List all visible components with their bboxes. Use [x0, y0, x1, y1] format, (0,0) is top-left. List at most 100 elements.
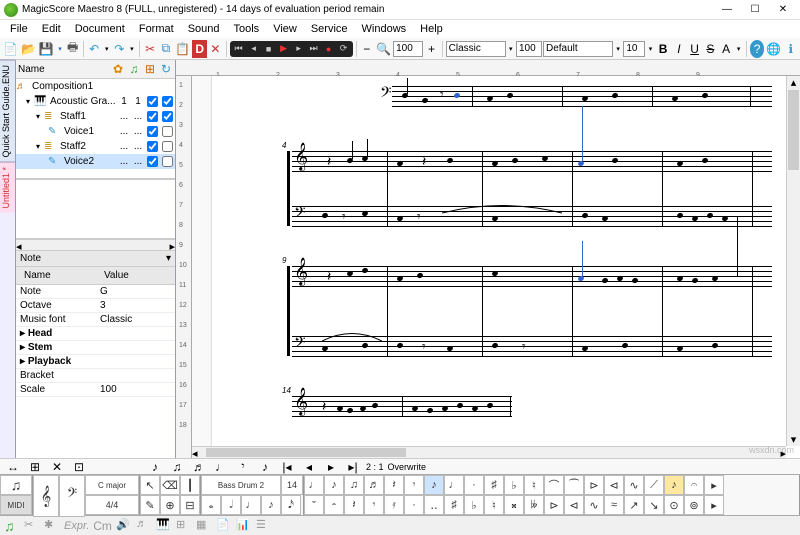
note-tool1[interactable]: ♪ [146, 458, 164, 476]
bass-clef-button[interactable]: 𝄢 [59, 475, 85, 517]
tree-hscroll[interactable] [16, 179, 175, 239]
p13[interactable]: ⌒ [544, 475, 564, 495]
prop-playback[interactable]: ▸ Playback [16, 355, 175, 369]
horizontal-scrollbar[interactable]: ◂▸ [192, 446, 786, 458]
p16[interactable]: ⊲ [604, 475, 624, 495]
p11[interactable]: ♭ [504, 475, 524, 495]
prop-head[interactable]: ▸ Head [16, 327, 175, 341]
tool-a[interactable]: ✎ [140, 495, 160, 515]
prop-musicfont[interactable]: Music fontClassic [16, 313, 175, 327]
tree-staff1[interactable]: ▾ ≣ Staff1 ...... [16, 109, 175, 124]
q2[interactable]: 𝄼 [324, 495, 344, 515]
prop-bracket[interactable]: Bracket [16, 369, 175, 383]
menu-sound[interactable]: Sound [182, 21, 226, 37]
undo-dropdown[interactable]: ▾ [103, 40, 111, 58]
record-button[interactable]: ● [322, 42, 336, 56]
key-combo[interactable]: C major [85, 475, 139, 495]
dur-16th[interactable]: 𝅘𝅥𝅯 [281, 495, 301, 515]
save-dropdown[interactable]: ▾ [56, 40, 64, 58]
zoom-input[interactable] [393, 41, 423, 57]
collapse-icon[interactable]: ▾ [26, 97, 34, 106]
note-tool6[interactable]: ♪ [256, 458, 274, 476]
style-size-input[interactable] [516, 41, 542, 57]
tool-b[interactable]: ⊕ [160, 495, 180, 515]
text-dropdown[interactable]: ▾ [735, 40, 743, 58]
redo-dropdown[interactable]: ▾ [128, 40, 136, 58]
italic-button[interactable]: I [672, 40, 687, 58]
status-tool4[interactable]: ⊡ [70, 458, 88, 476]
status-tool1[interactable]: ↔ [4, 458, 22, 476]
maximize-button[interactable]: ☐ [742, 2, 768, 18]
cursor-tool[interactable]: ↖ [140, 475, 160, 495]
font-size-input[interactable] [623, 41, 645, 57]
menu-edit[interactable]: Edit [36, 21, 67, 37]
font-combo[interactable] [543, 41, 613, 57]
zoom-out-button[interactable]: − [359, 40, 374, 58]
delete-button[interactable]: D [192, 40, 207, 58]
menu-windows[interactable]: Windows [356, 21, 413, 37]
help-icon[interactable]: ? [750, 40, 765, 58]
paste-button[interactable]: 📋 [174, 40, 191, 58]
fwd-button[interactable]: ▸ [292, 42, 306, 56]
midi-mode-button[interactable]: MIDI [0, 495, 32, 515]
p12[interactable]: ♮ [524, 475, 544, 495]
nav-prev[interactable]: ◂ [300, 458, 318, 476]
tree-instrument[interactable]: ▾ 🎹 Acoustic Gra... 1 1 [16, 94, 175, 109]
p2[interactable]: ♪ [324, 475, 344, 495]
menu-document[interactable]: Document [69, 21, 131, 37]
font-dropdown[interactable]: ▾ [614, 40, 622, 58]
q19[interactable]: ⊙ [664, 495, 684, 515]
tree-btn3-icon[interactable]: ⊞ [143, 62, 157, 76]
q20[interactable]: ⊚ [684, 495, 704, 515]
solo-check[interactable] [162, 141, 173, 152]
note-tool3[interactable]: ♬ [190, 458, 208, 476]
tree-btn1-icon[interactable]: ✿ [111, 62, 125, 76]
eraser-tool[interactable]: ⌫ [160, 475, 180, 495]
q11[interactable]: 𝄪 [504, 495, 524, 515]
solo-check[interactable] [162, 156, 173, 167]
prop-stem[interactable]: ▸ Stem [16, 341, 175, 355]
close-button[interactable]: ✕ [770, 2, 796, 18]
beam-icon[interactable]: ♬ [136, 518, 152, 534]
q6[interactable]: · [404, 495, 424, 515]
p6[interactable]: 𝄾 [404, 475, 424, 495]
q14[interactable]: ⊲ [564, 495, 584, 515]
minimize-button[interactable]: — [714, 2, 740, 18]
strike-button[interactable]: S [703, 40, 718, 58]
status-tool2[interactable]: ⊞ [26, 458, 44, 476]
q7[interactable]: ‥ [424, 495, 444, 515]
note-tool5[interactable]: 𝄾 [234, 458, 252, 476]
list-icon[interactable]: ☰ [256, 518, 272, 534]
loop-button[interactable]: ⟳ [337, 42, 351, 56]
mute-check[interactable] [147, 141, 158, 152]
tree-staff2[interactable]: ▾ ≣ Staff2 ...... [16, 139, 175, 154]
cut-button[interactable]: ✂ [143, 40, 158, 58]
p7[interactable]: ♪ [424, 475, 444, 495]
print-button[interactable]: 🖶 [65, 40, 80, 58]
piano-icon[interactable]: 🎹 [156, 518, 172, 534]
solo-check[interactable] [162, 111, 173, 122]
p20[interactable]: 𝄐 [684, 475, 704, 495]
star-icon[interactable]: ✱ [44, 518, 60, 534]
underline-button[interactable]: U [687, 40, 702, 58]
q5[interactable]: 𝄿 [384, 495, 404, 515]
style-combo[interactable] [446, 41, 506, 57]
mixer-icon[interactable]: ⊞ [176, 518, 192, 534]
mute-check[interactable] [147, 126, 158, 137]
p5[interactable]: 𝄽 [384, 475, 404, 495]
p1[interactable]: ♩ [304, 475, 324, 495]
tab-untitled[interactable]: Untitled1 * [0, 162, 15, 213]
open-button[interactable]: 📂 [20, 40, 37, 58]
menu-tools[interactable]: Tools [228, 21, 266, 37]
chord-cm-button[interactable]: Cm [93, 519, 112, 533]
zoom-fit-button[interactable]: 🔍 [375, 40, 392, 58]
new-button[interactable]: 📄 [2, 40, 19, 58]
q12[interactable]: 𝄫 [524, 495, 544, 515]
undo-button[interactable]: ↶ [87, 40, 102, 58]
text-a-button[interactable]: A [719, 40, 734, 58]
p17[interactable]: ∿ [624, 475, 644, 495]
q9[interactable]: ♭ [464, 495, 484, 515]
prop-dropdown-icon[interactable]: ▾ [166, 253, 171, 264]
dur-half[interactable]: 𝅗𝅥 [221, 495, 241, 515]
nav-last[interactable]: ▸| [344, 458, 362, 476]
